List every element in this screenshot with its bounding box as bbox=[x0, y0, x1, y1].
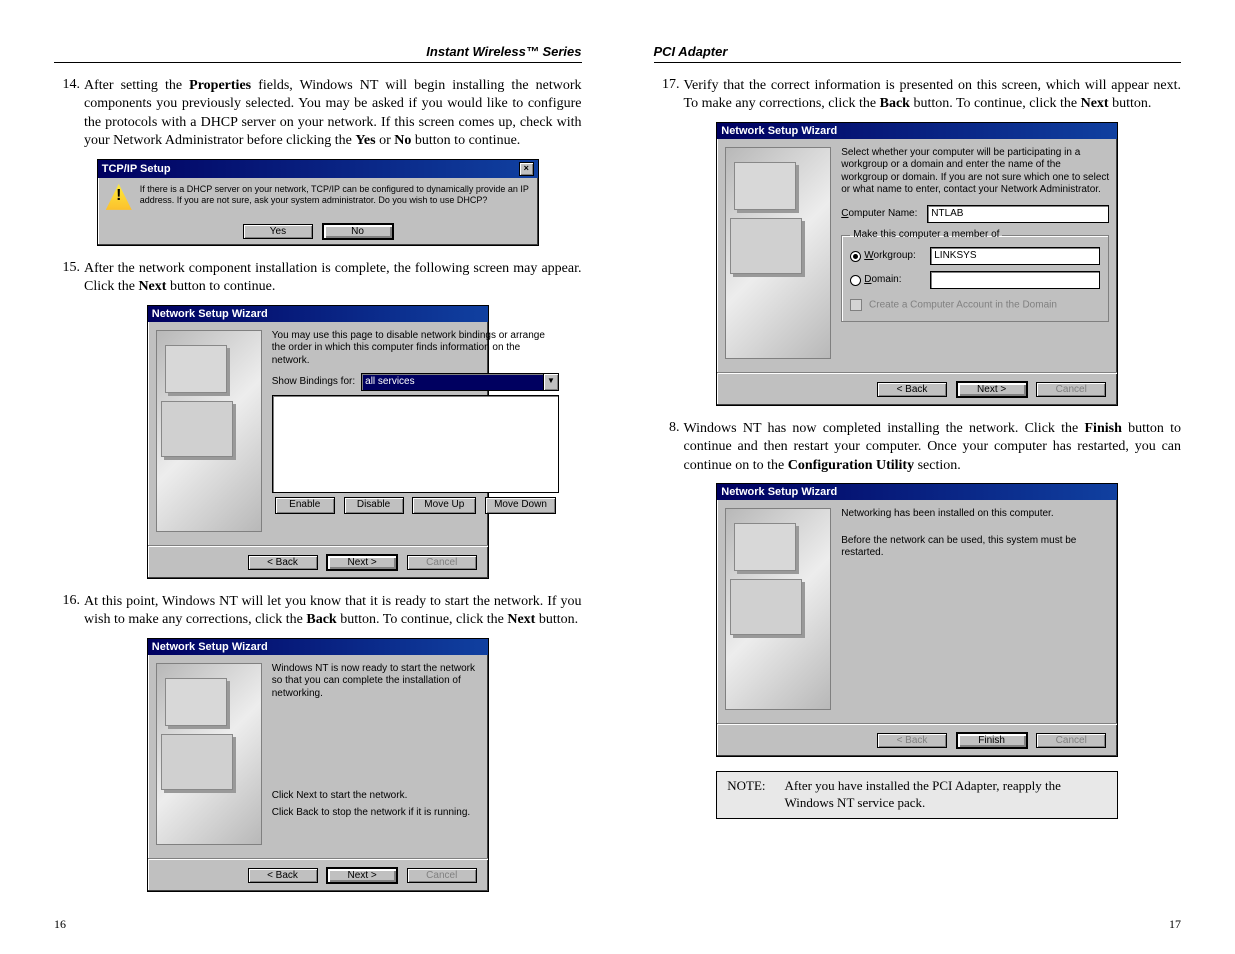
note-box: NOTE: After you have installed the PCI A… bbox=[716, 771, 1118, 819]
wizard-title: Network Setup Wizard bbox=[721, 125, 837, 137]
domain-label: Domain: bbox=[864, 274, 930, 287]
step-body: Windows NT has now completed installing … bbox=[684, 420, 1182, 475]
ready-wizard-dialog: Network Setup Wizard Windows NT is now r… bbox=[147, 638, 489, 892]
wizard-title: Network Setup Wizard bbox=[152, 641, 268, 653]
step-number: 8. bbox=[654, 420, 684, 475]
step-body: At this point, Windows NT will let you k… bbox=[84, 593, 582, 630]
cancel-button[interactable]: Cancel bbox=[1036, 382, 1106, 397]
bindings-content: You may use this page to disable network… bbox=[272, 330, 559, 532]
membership-content: Select whether your computer will be par… bbox=[841, 147, 1109, 359]
step-8: 8. Windows NT has now completed installi… bbox=[654, 420, 1182, 819]
wizard-title: Network Setup Wizard bbox=[721, 486, 837, 498]
workgroup-label: Workgroup: bbox=[864, 250, 930, 263]
wizard-buttons: < Back Finish Cancel bbox=[717, 724, 1117, 756]
wizard-titlebar: Network Setup Wizard bbox=[717, 484, 1117, 500]
next-button[interactable]: Next > bbox=[327, 555, 397, 570]
wizard-buttons: < Back Next > Cancel bbox=[148, 859, 488, 891]
move-up-button[interactable]: Move Up bbox=[412, 497, 476, 514]
back-button[interactable]: < Back bbox=[877, 382, 947, 397]
installed-line2: Before the network can be used, this sys… bbox=[841, 535, 1109, 560]
member-of-legend: Make this computer a member of bbox=[850, 229, 1002, 242]
step-17: 17. Verify that the correct information … bbox=[654, 77, 1182, 406]
step-body: After the network component installation… bbox=[84, 260, 582, 297]
step-number: 15. bbox=[54, 260, 84, 297]
back-button[interactable]: < Back bbox=[877, 733, 947, 748]
domain-field[interactable] bbox=[930, 271, 1100, 289]
wizard-buttons: < Back Next > Cancel bbox=[717, 373, 1117, 405]
membership-intro: Select whether your computer will be par… bbox=[841, 147, 1109, 197]
finish-button[interactable]: Finish bbox=[957, 733, 1027, 748]
close-icon[interactable]: × bbox=[519, 162, 534, 176]
wizard-titlebar: Network Setup Wizard bbox=[717, 123, 1117, 139]
workgroup-field[interactable]: LINKSYS bbox=[930, 247, 1100, 265]
move-down-button[interactable]: Move Down bbox=[485, 497, 556, 514]
show-bindings-select[interactable]: all services ▼ bbox=[361, 373, 559, 391]
wizard-title: Network Setup Wizard bbox=[152, 308, 268, 320]
tcpip-title: TCP/IP Setup bbox=[102, 163, 171, 175]
cancel-button[interactable]: Cancel bbox=[1036, 733, 1106, 748]
chevron-down-icon[interactable]: ▼ bbox=[544, 373, 559, 391]
enable-button[interactable]: Enable bbox=[275, 497, 335, 514]
wizard-graphic bbox=[725, 508, 831, 710]
tcpip-buttons: Yes No bbox=[98, 222, 538, 239]
create-account-label: Create a Computer Account in the Domain bbox=[869, 300, 1057, 311]
create-account-checkbox[interactable] bbox=[850, 299, 862, 311]
next-button[interactable]: Next > bbox=[327, 868, 397, 883]
computer-name-field[interactable]: NTLAB bbox=[927, 205, 1109, 223]
ready-content: Windows NT is now ready to start the net… bbox=[272, 663, 480, 845]
yes-button[interactable]: Yes bbox=[243, 224, 313, 239]
domain-radio[interactable] bbox=[850, 275, 861, 286]
bindings-listbox[interactable] bbox=[272, 395, 559, 493]
tcpip-body: If there is a DHCP server on your networ… bbox=[98, 178, 538, 216]
tcpip-setup-dialog: TCP/IP Setup × If there is a DHCP server… bbox=[97, 159, 539, 246]
wizard-titlebar: Network Setup Wizard bbox=[148, 306, 488, 322]
next-button[interactable]: Next > bbox=[957, 382, 1027, 397]
note-label: NOTE: bbox=[727, 778, 781, 795]
series-header-right: PCI Adapter bbox=[654, 44, 1182, 63]
show-bindings-label: Show Bindings for: bbox=[272, 376, 355, 389]
step-14: 14. After setting the Properties fields,… bbox=[54, 77, 582, 246]
series-header-left: Instant Wireless™ Series bbox=[54, 44, 582, 63]
ready-line2: Click Next to start the network. bbox=[272, 790, 480, 803]
wizard-graphic bbox=[725, 147, 831, 359]
back-button[interactable]: < Back bbox=[248, 555, 318, 570]
page-number-right: 17 bbox=[1169, 917, 1181, 932]
step-16: 16. At this point, Windows NT will let y… bbox=[54, 593, 582, 892]
installed-line1: Networking has been installed on this co… bbox=[841, 508, 1109, 521]
member-of-group: Make this computer a member of Workgroup… bbox=[841, 229, 1109, 322]
step-15: 15. After the network component installa… bbox=[54, 260, 582, 579]
tcpip-titlebar: TCP/IP Setup × bbox=[98, 160, 538, 178]
wizard-titlebar: Network Setup Wizard bbox=[148, 639, 488, 655]
tcpip-message: If there is a DHCP server on your networ… bbox=[140, 184, 530, 207]
no-button[interactable]: No bbox=[323, 224, 393, 239]
page-right: PCI Adapter 17. Verify that the correct … bbox=[618, 44, 1182, 924]
membership-wizard-dialog: Network Setup Wizard Select whether your… bbox=[716, 122, 1118, 406]
step-number: 17. bbox=[654, 77, 684, 114]
step-body: After setting the Properties fields, Win… bbox=[84, 77, 582, 151]
note-text: After you have installed the PCI Adapter… bbox=[785, 778, 1085, 812]
step-body: Verify that the correct information is p… bbox=[684, 77, 1182, 114]
bindings-intro: You may use this page to disable network… bbox=[272, 330, 559, 368]
wizard-buttons: < Back Next > Cancel bbox=[148, 546, 488, 578]
computer-name-label: Computer Name: bbox=[841, 208, 927, 221]
ready-line1: Windows NT is now ready to start the net… bbox=[272, 663, 480, 701]
wizard-graphic bbox=[156, 663, 262, 845]
installed-wizard-dialog: Network Setup Wizard Networking has been… bbox=[716, 483, 1118, 757]
cancel-button[interactable]: Cancel bbox=[407, 868, 477, 883]
ready-line3: Click Back to stop the network if it is … bbox=[272, 807, 480, 820]
wizard-graphic bbox=[156, 330, 262, 532]
page-number-left: 16 bbox=[54, 917, 66, 932]
cancel-button[interactable]: Cancel bbox=[407, 555, 477, 570]
page-left: Instant Wireless™ Series 14. After setti… bbox=[54, 44, 618, 924]
bindings-wizard-dialog: Network Setup Wizard You may use this pa… bbox=[147, 305, 489, 579]
back-button[interactable]: < Back bbox=[248, 868, 318, 883]
installed-content: Networking has been installed on this co… bbox=[841, 508, 1109, 710]
disable-button[interactable]: Disable bbox=[344, 497, 404, 514]
page-spread: Instant Wireless™ Series 14. After setti… bbox=[0, 0, 1235, 954]
step-number: 14. bbox=[54, 77, 84, 151]
workgroup-radio[interactable] bbox=[850, 251, 861, 262]
step-number: 16. bbox=[54, 593, 84, 630]
warning-icon bbox=[106, 184, 132, 210]
